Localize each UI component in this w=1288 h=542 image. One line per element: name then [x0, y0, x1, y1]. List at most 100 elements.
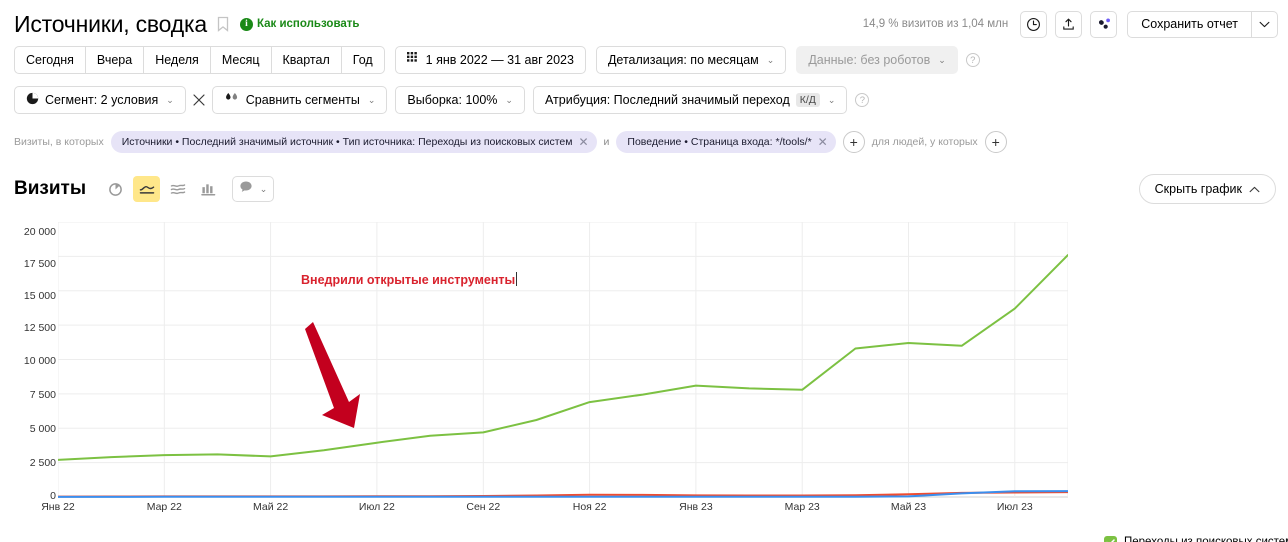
- y-tick-label: 2 500: [29, 457, 56, 469]
- detail-level-label: Детализация: по месяцам: [607, 53, 759, 67]
- y-tick-label: 12 500: [23, 322, 56, 334]
- add-people-filter-button[interactable]: +: [984, 131, 1007, 153]
- y-tick-label: 20 000: [23, 226, 56, 238]
- filter-chip-label: Источники • Последний значимый источник …: [121, 136, 573, 148]
- x-tick-label: Май 23: [890, 501, 927, 513]
- data-filter-select[interactable]: Данные: без роботов ⌄: [796, 46, 958, 74]
- filters-bar: Визиты, в которых Источники • Последний …: [14, 130, 1007, 154]
- y-tick-label: 5 000: [29, 423, 56, 435]
- page-title: Источники, сводка: [14, 11, 207, 37]
- hide-chart-button[interactable]: Скрыть график: [1138, 174, 1276, 204]
- close-icon[interactable]: ✕: [818, 136, 828, 148]
- attribution-select[interactable]: Атрибуция: Последний значимый переход К/…: [532, 86, 848, 114]
- period-toolbar: Сегодня Вчера Неделя Месяц Квартал Год 1…: [14, 46, 980, 74]
- attribution-chip: К/Д: [795, 93, 820, 107]
- y-tick-label: 17 500: [23, 258, 56, 270]
- compare-segments-button[interactable]: Сравнить сегменты ⌄: [211, 86, 388, 114]
- chevron-down-icon: ⌄: [259, 183, 268, 194]
- chevron-down-icon: ⌄: [827, 94, 836, 105]
- add-visit-filter-button[interactable]: +: [842, 131, 865, 153]
- chevron-down-icon: ⌄: [505, 94, 513, 105]
- chevron-up-icon: [1249, 182, 1260, 196]
- page-header: Источники, сводка i Как использовать 14,…: [14, 8, 1278, 40]
- segment-label: Сегмент: 2 условия: [45, 93, 159, 107]
- save-report-group: Сохранить отчет: [1127, 10, 1278, 38]
- visits-chart: 20 000 17 500 15 000 12 500 10 000 7 500…: [0, 212, 1288, 542]
- chart-annotation-text[interactable]: Внедрили открытые инструменты: [301, 272, 518, 287]
- x-tick-label: Июл 23: [996, 501, 1033, 513]
- quick-range-group: Сегодня Вчера Неделя Месяц Квартал Год: [14, 46, 385, 74]
- attribution-label: Атрибуция: Последний значимый переход: [544, 93, 790, 107]
- calendar-icon: [406, 52, 420, 68]
- detail-level-select[interactable]: Детализация: по месяцам ⌄: [595, 46, 787, 74]
- x-tick-label: Янв 23: [679, 501, 713, 513]
- date-range-picker[interactable]: 1 янв 2022 — 31 авг 2023: [394, 46, 586, 74]
- compare-segments-icon: [224, 92, 240, 108]
- filter-chip-landing-page[interactable]: Поведение • Страница входа: */tools/* ✕: [616, 131, 836, 153]
- metric-title: Визиты: [14, 178, 87, 199]
- hide-chart-label: Скрыть график: [1154, 182, 1242, 196]
- how-to-use-link[interactable]: i Как использовать: [239, 17, 360, 31]
- y-tick-label: 10 000: [23, 355, 56, 367]
- comment-icon: [239, 180, 253, 199]
- x-tick-label: Мар 22: [146, 501, 182, 513]
- y-tick-label: 7 500: [29, 389, 56, 401]
- y-axis: 20 000 17 500 15 000 12 500 10 000 7 500…: [14, 212, 56, 502]
- pie-chart-icon[interactable]: [102, 176, 129, 202]
- quick-range-week[interactable]: Неделя: [143, 46, 210, 74]
- save-report-dropdown-caret[interactable]: [1251, 10, 1278, 38]
- export-icon[interactable]: [1055, 10, 1083, 38]
- chart-legend: Переходы из поисковых систем Прямые захо…: [1104, 532, 1288, 542]
- text-cursor: [516, 272, 518, 286]
- data-filter-label: Данные: без роботов: [808, 53, 931, 67]
- metric-toolbar: Визиты ⌄ Скрыть график: [14, 174, 1276, 204]
- help-icon[interactable]: ?: [965, 53, 980, 67]
- annotation-label: Внедрили открытые инструменты: [301, 273, 516, 287]
- close-icon[interactable]: ✕: [578, 136, 588, 148]
- segment-select[interactable]: Сегмент: 2 условия ⌄: [14, 86, 186, 114]
- clear-segment-button[interactable]: [186, 86, 212, 114]
- help-icon[interactable]: ?: [855, 93, 870, 107]
- filters-tail-label: для людей, у которых: [871, 136, 978, 148]
- compare-segments-label: Сравнить сегменты: [245, 93, 360, 107]
- legend-label: Переходы из поисковых систем: [1124, 536, 1288, 542]
- area-chart-icon[interactable]: [164, 176, 191, 202]
- y-tick-label: 15 000: [23, 290, 56, 302]
- chart-plot-area[interactable]: [58, 222, 1068, 507]
- x-tick-label: Июл 22: [358, 501, 395, 513]
- legend-item-0[interactable]: Переходы из поисковых систем: [1104, 532, 1288, 542]
- metrica-report-page: Источники, сводка i Как использовать 14,…: [0, 0, 1288, 542]
- how-to-use-label: Как использовать: [256, 18, 360, 30]
- quick-range-year[interactable]: Год: [340, 46, 385, 74]
- x-tick-label: Сен 22: [466, 501, 501, 513]
- visits-meta: 14,9 % визитов из 1,04 млн: [862, 18, 1009, 30]
- quick-range-quarter[interactable]: Квартал: [270, 46, 341, 74]
- chart-gridlines: [58, 222, 1068, 498]
- quick-range-today[interactable]: Сегодня: [14, 46, 85, 74]
- quick-range-yesterday[interactable]: Вчера: [84, 46, 144, 74]
- header-actions: 14,9 % визитов из 1,04 млн Сохранить отч…: [862, 10, 1278, 38]
- legend-checkbox-icon[interactable]: [1104, 535, 1117, 542]
- segment-toolbar: Сегмент: 2 условия ⌄ Сравнить сегменты ⌄…: [14, 86, 870, 114]
- red-arrow-icon: [305, 322, 360, 428]
- comments-button[interactable]: ⌄: [232, 176, 275, 202]
- bar-chart-icon[interactable]: [195, 176, 222, 202]
- chevron-down-icon: ⌄: [166, 94, 174, 105]
- bookmark-icon[interactable]: [217, 16, 229, 32]
- filter-chip-source[interactable]: Источники • Последний значимый источник …: [110, 131, 597, 153]
- chevron-down-icon: ⌄: [938, 54, 946, 65]
- x-tick-label: Мар 23: [784, 501, 820, 513]
- filter-chip-label: Поведение • Страница входа: */tools/*: [627, 136, 812, 148]
- x-tick-label: Янв 22: [41, 501, 75, 513]
- sample-label: Выборка: 100%: [407, 93, 498, 107]
- quick-range-month[interactable]: Месяц: [209, 46, 271, 74]
- compare-icon[interactable]: [1090, 10, 1118, 38]
- chevron-down-icon: ⌄: [367, 94, 376, 105]
- line-chart-icon[interactable]: [133, 176, 161, 202]
- save-report-button[interactable]: Сохранить отчет: [1127, 10, 1251, 38]
- date-range-label: 1 янв 2022 — 31 авг 2023: [425, 53, 574, 67]
- pie-segment-icon: [26, 92, 39, 108]
- clock-icon[interactable]: [1020, 10, 1048, 38]
- info-icon: i: [239, 17, 253, 31]
- sample-select[interactable]: Выборка: 100% ⌄: [395, 86, 525, 114]
